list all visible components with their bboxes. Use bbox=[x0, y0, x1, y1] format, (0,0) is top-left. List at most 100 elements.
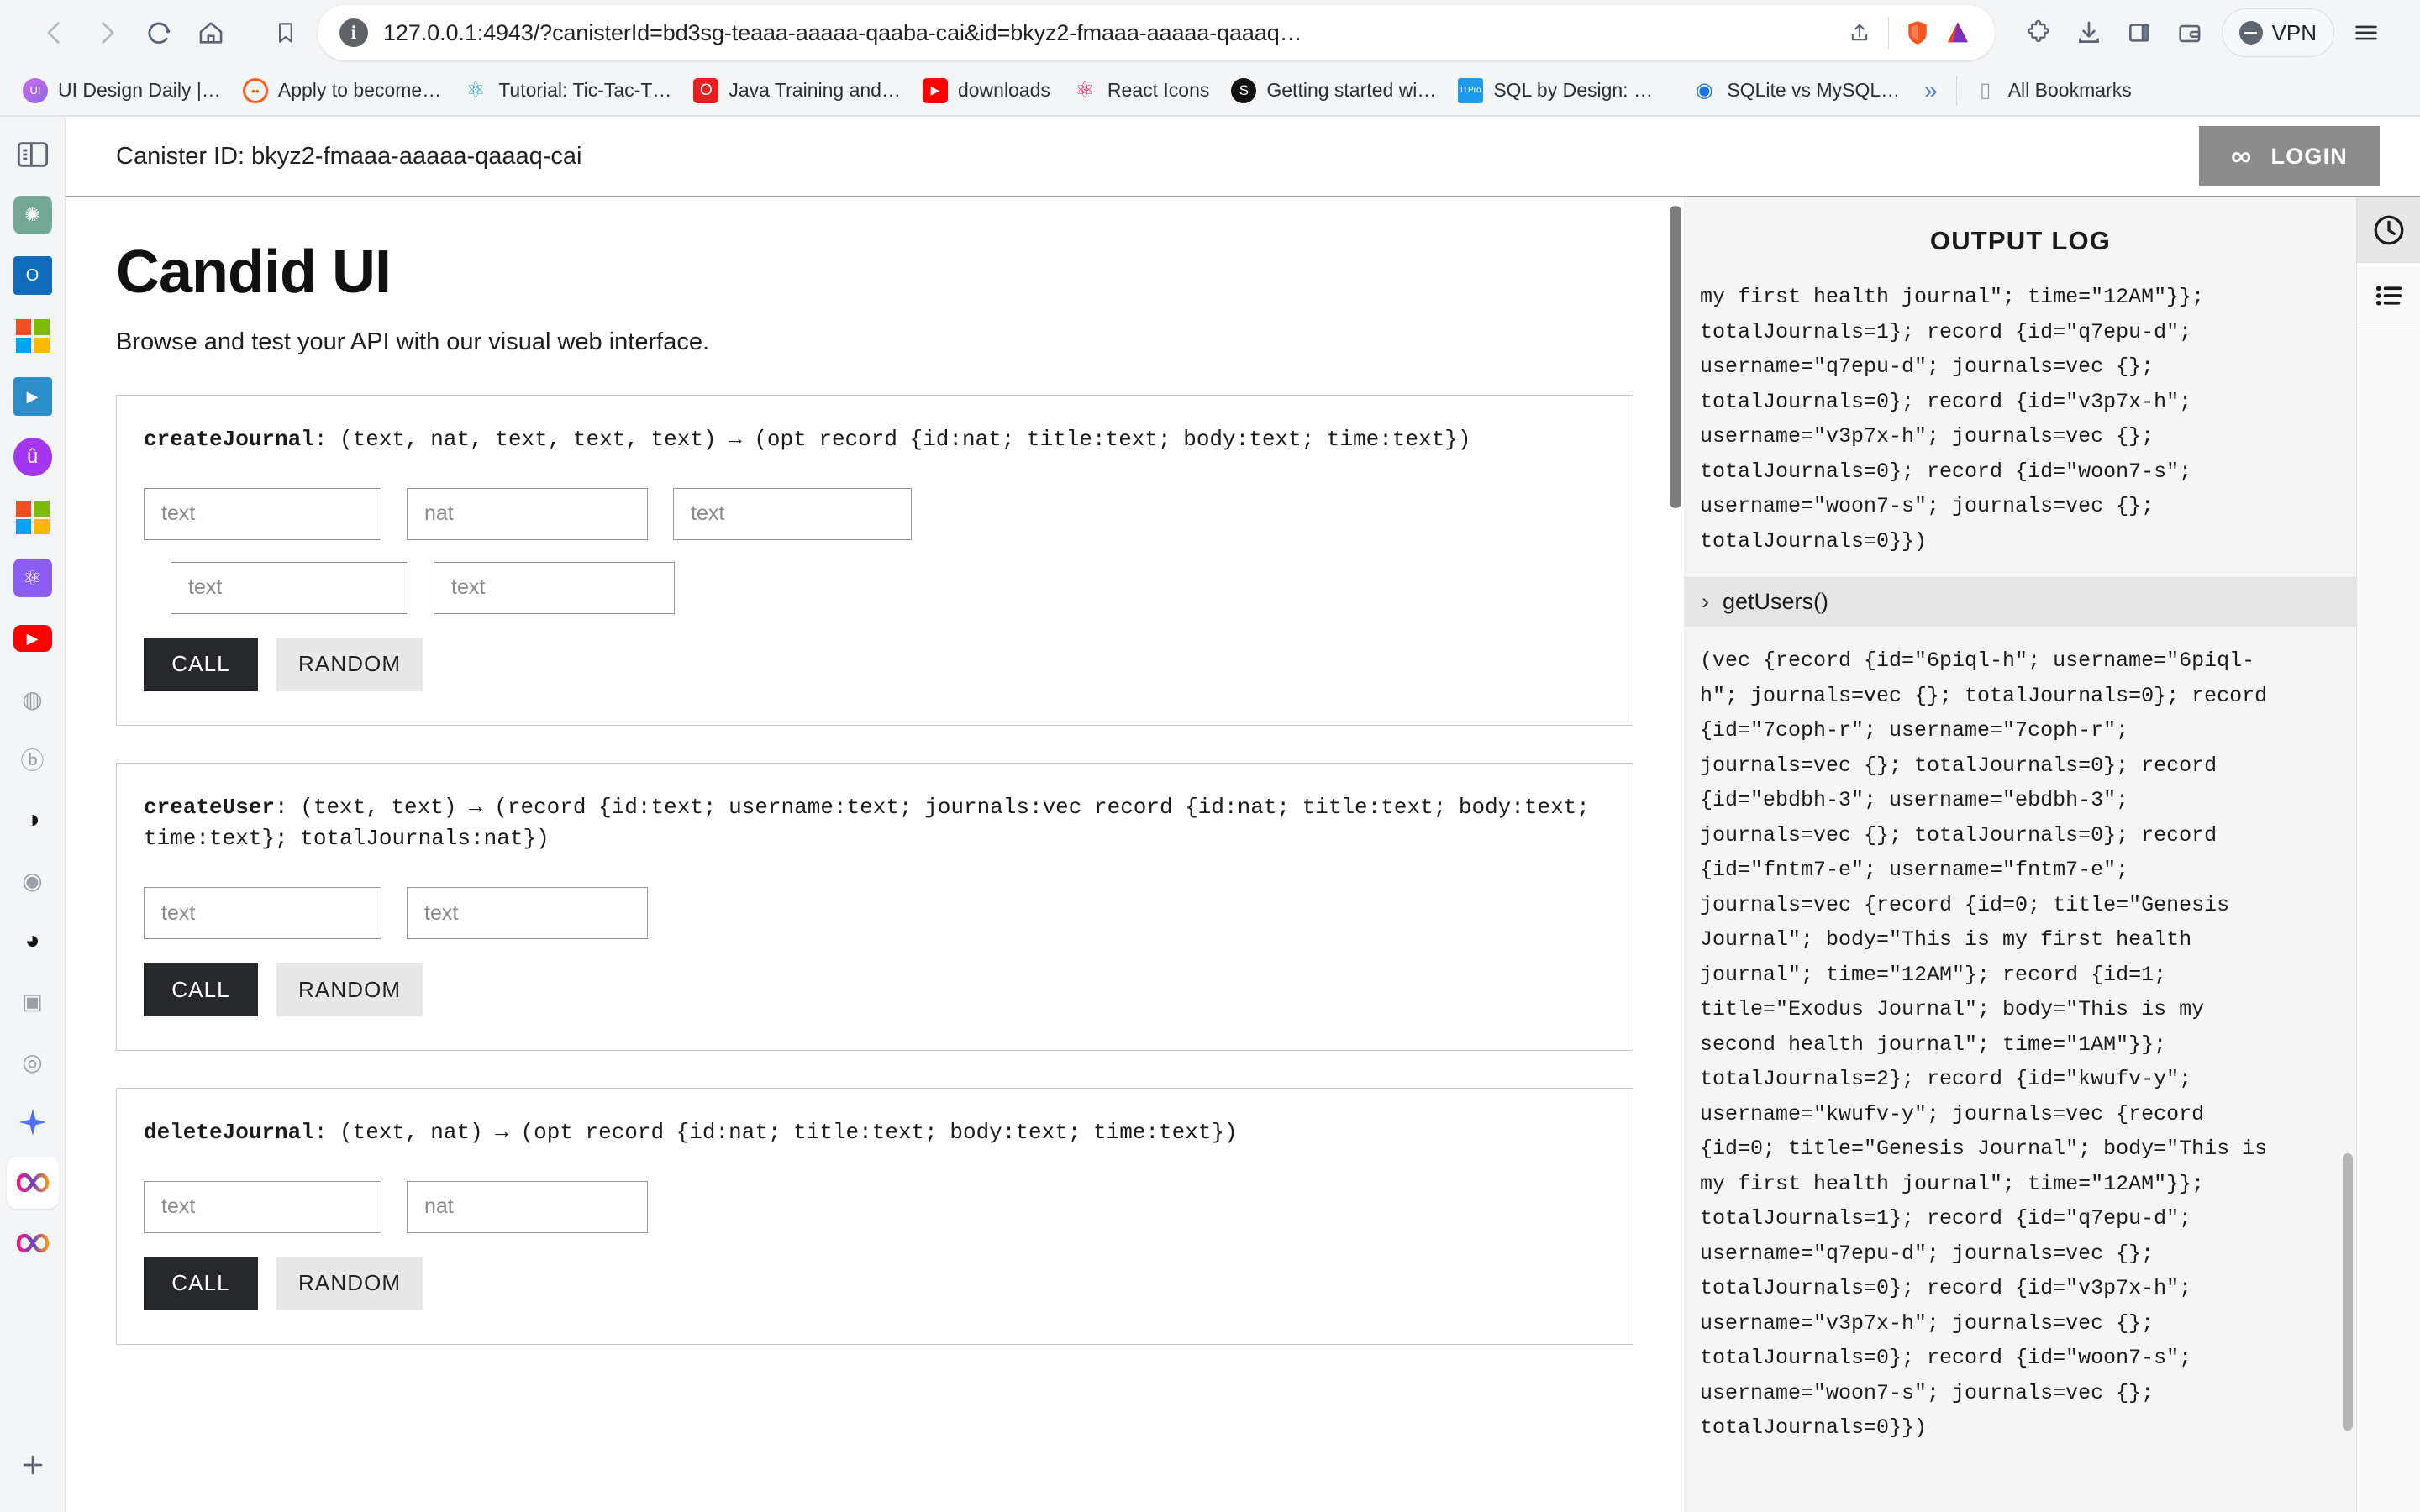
argument-input[interactable]: text bbox=[144, 487, 381, 540]
list-bullets-icon[interactable] bbox=[2357, 263, 2420, 328]
page-scrollbar-thumb[interactable] bbox=[1670, 206, 1681, 508]
argument-input[interactable]: text bbox=[144, 1180, 381, 1233]
bookmark-item[interactable]: •• Apply to become… bbox=[232, 72, 452, 109]
leo-ai-icon[interactable] bbox=[1938, 13, 1978, 53]
internet-computer-icon[interactable] bbox=[7, 1217, 59, 1269]
outlook-icon[interactable]: O bbox=[7, 249, 59, 302]
react-icons-icon: ⚛ bbox=[1075, 77, 1095, 103]
vpn-label: VPN bbox=[2271, 19, 2317, 45]
bookmark-item[interactable]: S Getting started wi… bbox=[1220, 72, 1447, 109]
candid-content: Candid UI Browse and test your API with … bbox=[66, 197, 1684, 1345]
vpn-status-icon bbox=[2238, 21, 2263, 45]
vpn-button[interactable]: VPN bbox=[2221, 8, 2334, 57]
argument-input[interactable]: nat bbox=[407, 487, 648, 540]
microsoft-office-icon[interactable] bbox=[7, 491, 59, 543]
infinity-icon: ∞ bbox=[2231, 140, 2253, 172]
omnibox[interactable]: i 127.0.0.1:4943/?canisterId=bd3sg-teaaa… bbox=[318, 5, 1995, 60]
youtube-icon[interactable]: ▶ bbox=[7, 612, 59, 664]
forward-button[interactable] bbox=[81, 7, 133, 59]
itpro-icon: ITPro bbox=[1458, 77, 1484, 103]
address-bar-area: i 127.0.0.1:4943/?canisterId=bd3sg-teaaa… bbox=[262, 5, 1995, 60]
log-call-label: getUsers() bbox=[1723, 589, 1829, 614]
bookmark-label: SQLite vs MySQL… bbox=[1727, 79, 1901, 101]
video-editor-icon[interactable]: ▶ bbox=[7, 370, 59, 423]
download-icon[interactable] bbox=[2064, 8, 2114, 58]
hamburger-menu-icon[interactable] bbox=[2341, 8, 2391, 58]
gemini-sparkle-icon[interactable] bbox=[7, 1096, 59, 1148]
bing-icon[interactable]: ⓑ bbox=[7, 733, 59, 785]
history-clock-icon[interactable] bbox=[2357, 197, 2420, 263]
site-info-icon[interactable]: i bbox=[339, 18, 368, 47]
share-icon[interactable] bbox=[1839, 13, 1880, 53]
url-text[interactable]: 127.0.0.1:4943/?canisterId=bd3sg-teaaa-a… bbox=[383, 20, 1839, 46]
log-call-header[interactable]: › getUsers() bbox=[1685, 577, 2356, 627]
react-icon: ⚛ bbox=[466, 77, 486, 103]
argument-input[interactable]: text bbox=[434, 561, 675, 614]
argument-input[interactable]: text bbox=[407, 887, 648, 940]
output-log-scroller[interactable]: my first health journal"; time="12AM"}};… bbox=[1685, 280, 2356, 1512]
browser-toolbar: i 127.0.0.1:4943/?canisterId=bd3sg-teaaa… bbox=[0, 0, 2420, 66]
method-name: createUser bbox=[144, 794, 276, 820]
bookmark-item[interactable]: O Java Training and… bbox=[682, 72, 912, 109]
folder-icon: ▯ bbox=[1980, 79, 1991, 102]
login-button[interactable]: ∞ LOGIN bbox=[2199, 126, 2380, 186]
bookmark-item[interactable]: ⚛ React Icons bbox=[1061, 72, 1220, 109]
bookmark-item[interactable]: ◉ SQLite vs MySQL… bbox=[1681, 72, 1911, 109]
all-bookmarks-button[interactable]: ▯ All Bookmarks bbox=[1962, 72, 2143, 109]
azure-icon[interactable]: ▣ bbox=[7, 975, 59, 1027]
chatgpt-icon[interactable]: ✺ bbox=[7, 189, 59, 241]
call-button[interactable]: CALL bbox=[144, 637, 258, 691]
random-button[interactable]: RANDOM bbox=[276, 1256, 424, 1310]
argument-input[interactable]: text bbox=[673, 487, 912, 540]
method-card: deleteJournal: (text, nat) → (opt record… bbox=[116, 1088, 1634, 1345]
method-signature-text: : (text, text) → (record {id:text; usern… bbox=[144, 794, 1590, 852]
microsoft-grid bbox=[15, 501, 50, 534]
method-card: createJournal: (text, nat, text, text, t… bbox=[116, 395, 1634, 726]
method-actions: CALL RANDOM bbox=[144, 1256, 1606, 1310]
bookmark-item[interactable]: UI UI Design Daily |… bbox=[12, 72, 232, 109]
bookmark-label: Apply to become… bbox=[277, 79, 442, 101]
atom-icon[interactable]: ⚛ bbox=[7, 552, 59, 604]
argument-row: text nat text bbox=[144, 487, 1606, 540]
call-button[interactable]: CALL bbox=[144, 963, 258, 1017]
bookmark-item[interactable]: ▶ downloads bbox=[912, 72, 1061, 109]
output-log-scrollbar-thumb[interactable] bbox=[2343, 1153, 2353, 1431]
right-rail bbox=[2356, 197, 2420, 1512]
puzzle-extensions-icon[interactable] bbox=[2013, 8, 2064, 58]
login-label: LOGIN bbox=[2270, 143, 2348, 169]
bard-icon[interactable]: ◕ bbox=[7, 915, 59, 967]
bookmark-item[interactable]: ITPro SQL by Design: W… bbox=[1447, 72, 1681, 109]
reload-icon[interactable] bbox=[133, 7, 185, 59]
github-icon[interactable]: ◎ bbox=[7, 1036, 59, 1088]
sidebar-toggle-icon[interactable] bbox=[7, 129, 59, 181]
page-title: Candid UI bbox=[116, 239, 392, 306]
microsoft-icon[interactable] bbox=[7, 310, 59, 362]
output-log-panel: OUTPUT LOG my first health journal"; tim… bbox=[1684, 197, 2356, 1512]
internet-computer-icon[interactable] bbox=[6, 1157, 59, 1209]
argument-input[interactable]: nat bbox=[407, 1180, 648, 1233]
brave-leo-icon[interactable]: ◑ bbox=[7, 794, 59, 846]
random-button[interactable]: RANDOM bbox=[276, 963, 424, 1017]
bookmark-label: Java Training and… bbox=[729, 79, 901, 101]
wallet-icon[interactable] bbox=[2165, 8, 2215, 58]
bookmarks-overflow-button[interactable]: » bbox=[1911, 77, 1951, 104]
bookmark-icon[interactable] bbox=[262, 9, 309, 56]
copilot-icon[interactable]: ◉ bbox=[7, 854, 59, 906]
argument-input[interactable]: text bbox=[144, 887, 381, 940]
udemy-icon[interactable]: û bbox=[7, 431, 59, 483]
bookmark-item[interactable]: ⚛ Tutorial: Tic-Tac-T… bbox=[452, 72, 682, 109]
method-signature-text: : (text, nat, text, text, text) → (opt r… bbox=[313, 427, 1471, 452]
home-icon[interactable] bbox=[185, 7, 237, 59]
browser-chrome: i 127.0.0.1:4943/?canisterId=bd3sg-teaaa… bbox=[0, 0, 2420, 117]
random-button[interactable]: RANDOM bbox=[276, 637, 424, 691]
call-button[interactable]: CALL bbox=[144, 1256, 258, 1310]
globe-icon[interactable]: ◍ bbox=[7, 673, 59, 725]
plus-icon[interactable] bbox=[7, 1439, 59, 1491]
brave-shields-icon[interactable] bbox=[1897, 13, 1938, 53]
sidebar-panel-icon[interactable] bbox=[2114, 8, 2165, 58]
back-button[interactable] bbox=[29, 7, 81, 59]
page-scrollbar[interactable] bbox=[1667, 197, 1684, 1512]
bookmarks-divider bbox=[1955, 75, 1957, 106]
log-entry-result: (vec {record {id="6piql-h"; username="6p… bbox=[1700, 648, 2268, 1440]
argument-input[interactable]: text bbox=[171, 561, 408, 614]
